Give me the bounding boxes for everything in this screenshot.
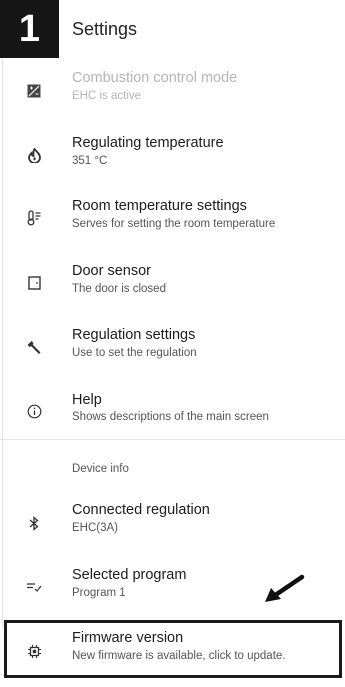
setting-title: Regulation settings — [72, 327, 196, 343]
door-icon — [22, 271, 46, 295]
step-number-badge: 1 — [0, 0, 59, 58]
setting-subtitle: EHC is active — [72, 90, 142, 102]
device-item-subtitle: EHC(3A) — [72, 522, 119, 534]
setting-title: Room temperature settings — [72, 198, 247, 214]
flame-icon — [22, 143, 46, 167]
app-header: 1 Settings — [0, 0, 345, 58]
setting-subtitle: Shows descriptions of the main screen — [72, 411, 269, 423]
playlist-check-icon — [22, 575, 46, 599]
info-icon — [22, 399, 46, 423]
setting-door-sensor[interactable]: Door sensor The door is closed — [0, 255, 345, 311]
setting-combustion-control-mode: Combustion control mode EHC is active — [0, 62, 345, 118]
setting-subtitle: Serves for setting the room temperature — [72, 218, 276, 230]
device-item-title: Connected regulation — [72, 502, 210, 518]
setting-subtitle: The door is closed — [72, 283, 166, 295]
combustion-mode-icon — [22, 79, 46, 103]
section-label-device-info: Device info — [72, 463, 129, 475]
setting-help[interactable]: Help Shows descriptions of the main scre… — [0, 383, 345, 439]
section-divider — [0, 439, 345, 440]
setting-title: Regulating temperature — [72, 135, 224, 151]
setting-room-temperature[interactable]: Room temperature settings Serves for set… — [0, 190, 345, 246]
setting-regulating-temperature[interactable]: Regulating temperature 351 °C — [0, 126, 345, 182]
device-item-subtitle: Program 1 — [72, 587, 126, 599]
device-connected-regulation[interactable]: Connected regulation EHC(3A) — [0, 494, 345, 550]
setting-title: Combustion control mode — [72, 70, 238, 86]
setting-title: Door sensor — [72, 263, 151, 279]
setting-title: Help — [72, 392, 102, 408]
setting-subtitle: 351 °C — [72, 155, 108, 167]
pointer-arrow-icon — [265, 574, 305, 602]
setting-subtitle: Use to set the regulation — [72, 347, 197, 359]
setting-regulation-settings[interactable]: Regulation settings Use to set the regul… — [0, 319, 345, 375]
bluetooth-icon — [22, 511, 46, 535]
page-title: Settings — [72, 19, 138, 39]
wrench-icon — [22, 335, 46, 359]
firmware-highlight-frame — [4, 620, 342, 678]
device-item-title: Selected program — [72, 567, 187, 583]
thermometer-icon — [22, 206, 46, 230]
